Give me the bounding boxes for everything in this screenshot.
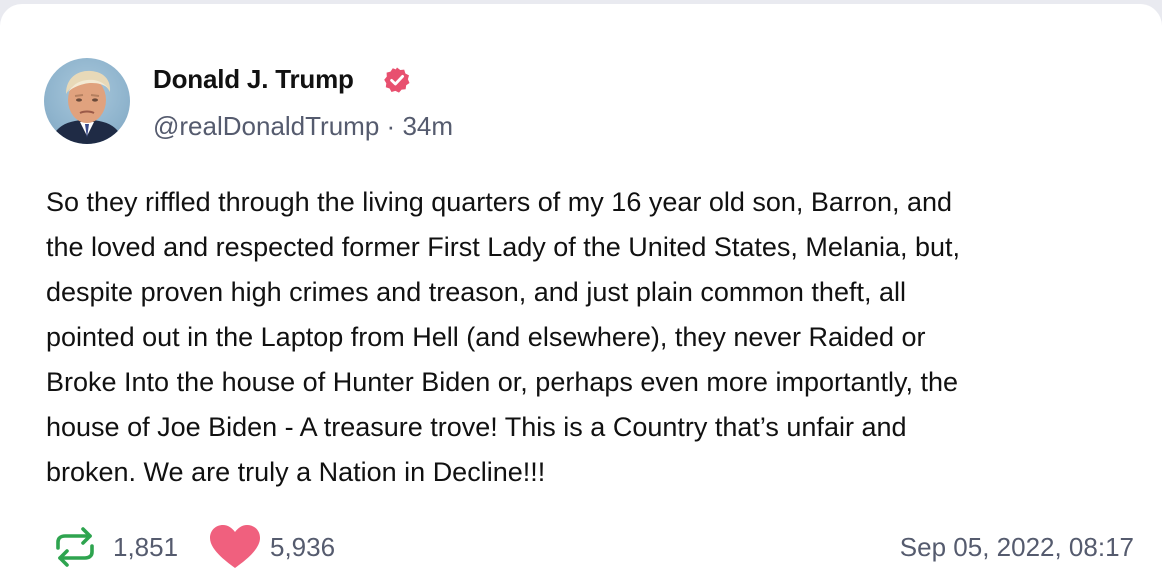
author-avatar[interactable] — [44, 58, 130, 144]
like-button[interactable] — [208, 524, 262, 570]
post-timestamp[interactable]: Sep 05, 2022, 08:17 — [900, 532, 1134, 563]
verified-badge-icon — [384, 67, 410, 93]
repost-count: 1,851 — [113, 532, 179, 562]
author-name[interactable]: Donald J. Trump — [153, 64, 354, 95]
repost-button[interactable] — [50, 526, 100, 568]
like-count: 5,936 — [270, 532, 336, 562]
portrait-avatar-icon — [50, 70, 124, 144]
heart-icon — [210, 525, 260, 568]
repost-icon — [56, 527, 94, 567]
relative-time[interactable]: 34m — [402, 111, 453, 141]
post-card: Donald J. Trump @realDonaldTrump · 34m S… — [0, 4, 1162, 582]
author-handle[interactable]: @realDonaldTrump — [153, 111, 379, 141]
meta-separator: · — [386, 111, 396, 141]
post-text: So they riffled through the living quart… — [46, 187, 960, 487]
post-footer: 1,851 5,936 Sep 05, 2022, 08:17 — [0, 524, 1162, 570]
author-meta: @realDonaldTrump · 34m — [153, 111, 453, 142]
